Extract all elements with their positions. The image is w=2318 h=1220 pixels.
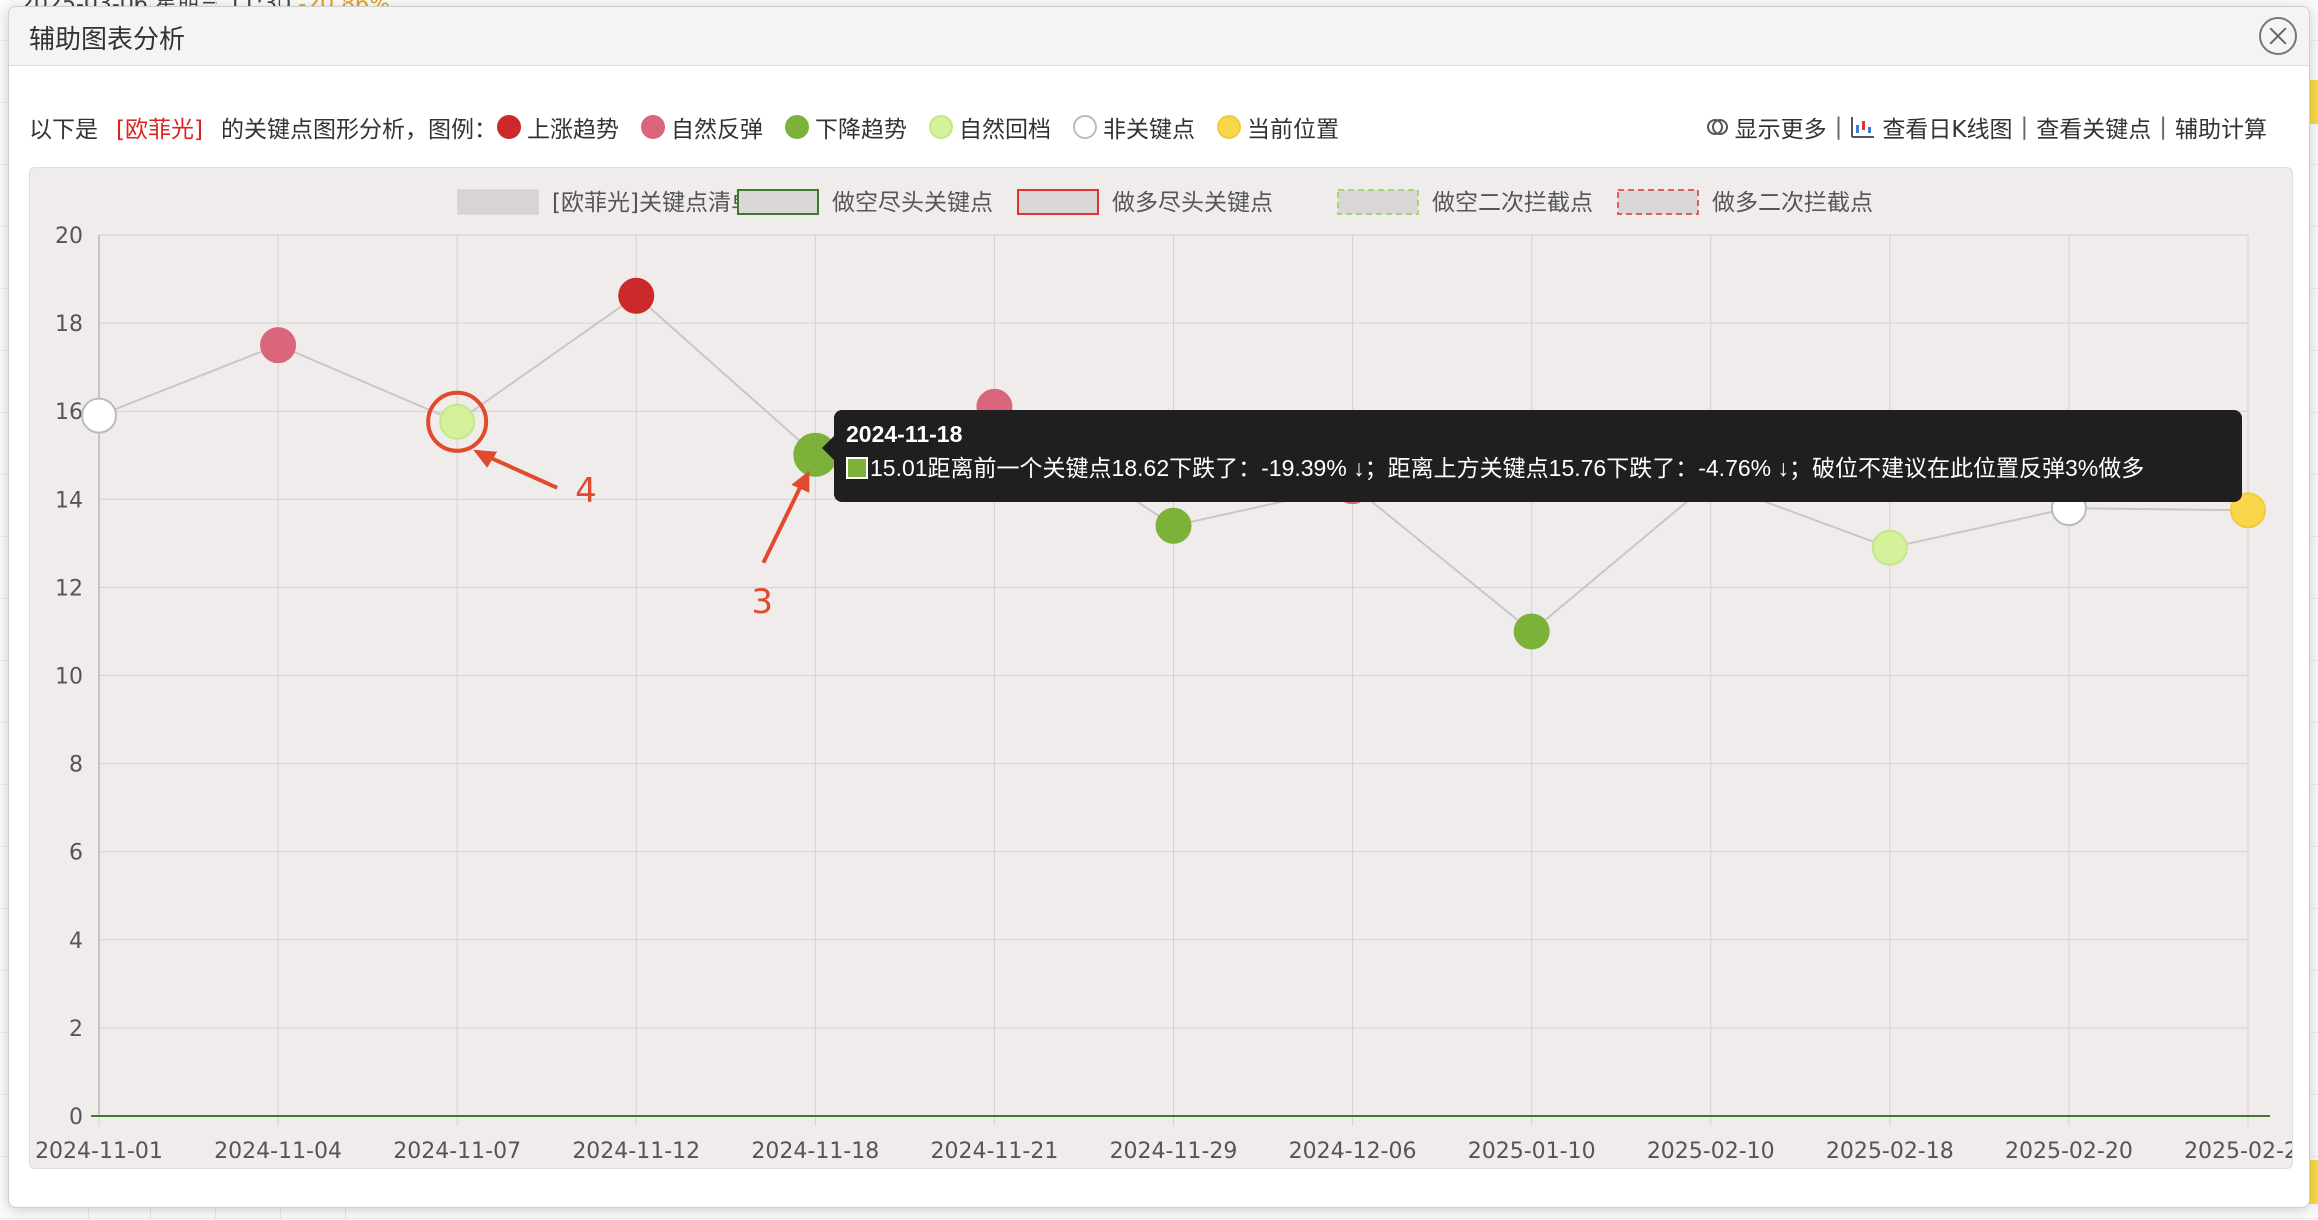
- chart-legend-label: 做多尽头关键点: [1112, 190, 1273, 216]
- x-tick-label: 2025-01-10: [1468, 1139, 1596, 1164]
- close-button[interactable]: [2259, 17, 2297, 55]
- legend-dot-icon: [496, 115, 521, 139]
- legend-item: 自然反弹: [640, 110, 763, 144]
- x-tick-label: 2024-11-21: [930, 1139, 1058, 1164]
- legend-label: 上涨趋势: [526, 117, 619, 143]
- chart-legend-swatch: [1617, 189, 1699, 215]
- annotation-label: 4: [575, 471, 597, 511]
- x-tick-label: 2024-12-06: [1289, 1139, 1417, 1164]
- y-tick-label: 20: [55, 224, 83, 249]
- tooltip-date: 2024-11-18: [846, 421, 963, 447]
- tooltip-content: 15.01距离前一个关键点18.62下跌了：-19.39% ↓；距离上方关键点1…: [846, 450, 2230, 486]
- annotation-label: 3: [751, 582, 773, 622]
- x-tick-label: 2025-02-20: [2005, 1139, 2133, 1164]
- legend-item: 下降趋势: [784, 110, 907, 144]
- legend-info-row: 以下是 [欧菲光] 的关键点图形分析，图例： 上涨趋势 自然反弹 下降趋势 自然回档 非…: [29, 109, 1361, 145]
- legend-dot-icon: [640, 115, 665, 139]
- kline-chart-icon: [1850, 115, 1876, 139]
- info-suffix: 的关键点图形分析，图例：: [220, 117, 497, 143]
- view-keypoints-link[interactable]: 查看关键点: [2036, 110, 2151, 144]
- chart-legend-label: 做多二次拦截点: [1712, 190, 1873, 216]
- chart-legend-label: 做空二次拦截点: [1432, 190, 1593, 216]
- legend-dot-icon: [784, 115, 809, 139]
- y-tick-label: 2: [69, 1017, 83, 1042]
- data-point: [1513, 613, 1550, 650]
- annotation-arrow: [761, 475, 808, 564]
- x-tick-label: 2025-02-10: [1647, 1139, 1775, 1164]
- tooltip-text: 15.01距离前一个关键点18.62下跌了：-19.39% ↓；距离上方关键点1…: [870, 455, 2145, 481]
- data-point: [81, 397, 117, 434]
- y-tick-label: 8: [69, 753, 83, 778]
- chart-tooltip: 2024-11-18 15.01距离前一个关键点18.62下跌了：-19.39%…: [822, 410, 2242, 502]
- chart-legend-swatch: [457, 189, 539, 215]
- legend-label: 自然反弹: [670, 117, 763, 143]
- separator: |: [1834, 114, 1843, 140]
- show-more-link[interactable]: 显示更多: [1735, 110, 1827, 144]
- separator: |: [2159, 114, 2167, 140]
- y-tick-label: 4: [69, 929, 83, 954]
- chart-legend-swatch: [1017, 189, 1099, 215]
- x-tick-label: 2024-11-04: [214, 1139, 342, 1164]
- legend-item: 当前位置: [1216, 110, 1339, 144]
- action-links: 显示更多 | 查看日K线图 | 查看关键点 | 辅助计算: [1705, 109, 2267, 145]
- data-point: [1155, 507, 1192, 544]
- y-tick-label: 18: [55, 312, 83, 337]
- y-tick-label: 6: [69, 841, 83, 866]
- y-tick-label: 14: [55, 488, 83, 513]
- x-tick-label: 2025-02-21: [2184, 1139, 2292, 1164]
- separator: |: [2020, 114, 2029, 140]
- x-tick-label: 2025-02-18: [1826, 1139, 1954, 1164]
- background-grid-line: [0, 1218, 2318, 1219]
- dialog-title: 辅助图表分析: [29, 25, 186, 55]
- show-more-icon: [1705, 115, 1729, 139]
- legend-item: 上涨趋势: [496, 110, 619, 144]
- x-tick-label: 2024-11-07: [393, 1139, 521, 1164]
- data-point: [618, 277, 655, 314]
- legend-dot-icon: [928, 115, 953, 139]
- x-tick-label: 2024-11-01: [35, 1139, 163, 1164]
- chart-legend-swatch: [1337, 189, 1419, 215]
- tooltip-color-swatch: [846, 457, 868, 479]
- chart-legend-swatch: [737, 189, 819, 215]
- y-tick-label: 0: [69, 1105, 83, 1130]
- stock-name: [欧菲光]: [116, 117, 203, 143]
- daily-kline-link[interactable]: 查看日K线图: [1882, 110, 2012, 144]
- chart-legend-label: 做空尽头关键点: [832, 190, 993, 216]
- y-tick-label: 10: [55, 665, 83, 690]
- legend-dot-icon: [1072, 115, 1097, 139]
- chart-legend-label: [欧菲光]关键点清单: [552, 190, 754, 216]
- info-prefix: 以下是: [29, 117, 98, 143]
- data-point: [260, 327, 297, 364]
- data-point: [439, 403, 476, 440]
- keypoint-chart: [欧菲光]关键点清单 做空尽头关键点 做多尽头关键点 做空二次拦截点 做多二次拦截点 0 2…: [35, 189, 2292, 1164]
- dialog-header: 辅助图表分析: [9, 7, 2309, 66]
- data-point: [1871, 529, 1908, 566]
- chart-analysis-dialog: 辅助图表分析 以下是 [欧菲光] 的关键点图形分析，图例： 上涨趋势 自然反弹 下降…: [8, 6, 2310, 1208]
- legend-label: 非关键点: [1102, 117, 1195, 143]
- x-tick-label: 2024-11-12: [572, 1139, 700, 1164]
- legend-label: 当前位置: [1246, 117, 1339, 143]
- chart-panel: [欧菲光]关键点清单 做空尽头关键点 做多尽头关键点 做空二次拦截点 做多二次拦截点 0 2…: [29, 167, 2293, 1169]
- legend-label: 下降趋势: [814, 117, 907, 143]
- x-tick-label: 2024-11-18: [751, 1139, 879, 1164]
- y-tick-label: 12: [55, 576, 83, 601]
- point-type-legend: 上涨趋势 自然反弹 下降趋势 自然回档 非关键点 当前位置: [496, 110, 1361, 144]
- calc-link[interactable]: 辅助计算: [2175, 110, 2267, 144]
- legend-item: 非关键点: [1072, 110, 1195, 144]
- x-tick-label: 2024-11-29: [1110, 1139, 1238, 1164]
- legend-dot-icon: [1216, 115, 1241, 139]
- y-tick-label: 16: [55, 400, 83, 425]
- legend-item: 自然回档: [928, 110, 1051, 144]
- legend-label: 自然回档: [958, 117, 1051, 143]
